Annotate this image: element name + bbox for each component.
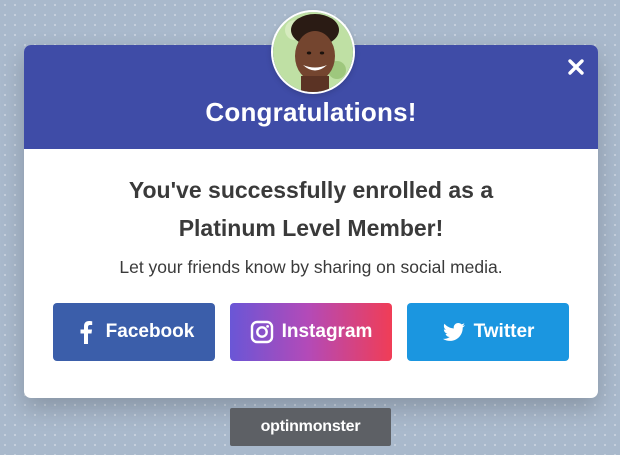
- share-prompt-text: Let your friends know by sharing on soci…: [119, 257, 503, 277]
- popup-title: Congratulations!: [205, 97, 417, 127]
- headline-line-2: Platinum Level Member!: [178, 215, 444, 241]
- headline: You've successfully enrolled as a Platin…: [24, 171, 598, 247]
- facebook-share-label: Facebook: [105, 321, 195, 342]
- instagram-share-button[interactable]: Instagram: [230, 303, 392, 361]
- brand-name: optinmonster: [260, 418, 361, 435]
- twitter-share-button[interactable]: Twitter: [407, 303, 569, 361]
- optinmonster-branding[interactable]: optinmonster: [230, 408, 391, 446]
- avatar: [271, 10, 355, 94]
- twitter-icon: [442, 320, 466, 344]
- twitter-share-label: Twitter: [473, 321, 535, 342]
- instagram-icon: [250, 320, 274, 344]
- close-icon: [568, 59, 584, 75]
- popup-modal: Congratulations! You've successfully enr…: [24, 45, 598, 398]
- facebook-share-button[interactable]: Facebook: [53, 303, 215, 361]
- facebook-icon: [74, 320, 98, 344]
- headline-line-1: You've successfully enrolled as a: [128, 177, 494, 203]
- close-button[interactable]: [564, 55, 588, 79]
- instagram-share-label: Instagram: [281, 321, 373, 342]
